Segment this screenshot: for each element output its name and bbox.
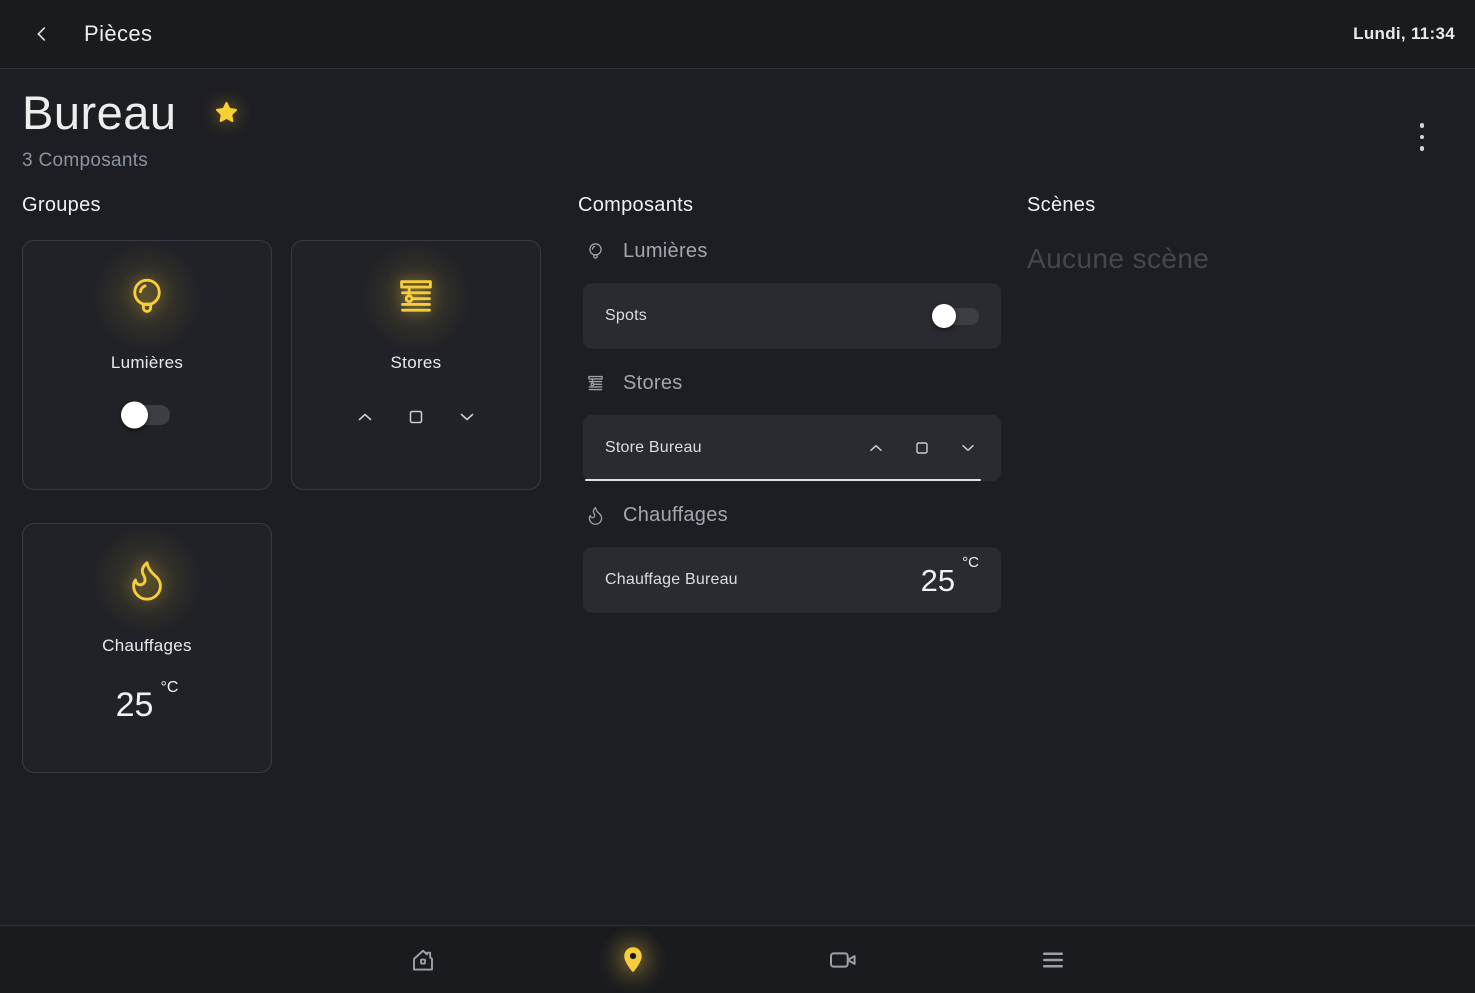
main-content: Bureau 3 Composants Groupes xyxy=(0,69,1475,925)
shutter-down-button[interactable] xyxy=(455,405,479,429)
group-card-stores[interactable]: Stores xyxy=(291,240,541,490)
component-row-chauffage-bureau[interactable]: Chauffage Bureau 25 °C xyxy=(583,547,1001,613)
lightbulb-icon xyxy=(119,269,175,325)
datetime-label: Lundi, 11:34 xyxy=(1353,24,1455,44)
section-stores: Stores xyxy=(584,372,1027,395)
components-column: Composants Lumières Spots xyxy=(578,194,1027,773)
shutter-stop-button[interactable] xyxy=(912,438,932,458)
section-lumieres: Lumières xyxy=(584,240,1027,263)
section-label: Stores xyxy=(623,372,683,395)
shutter-stop-button[interactable] xyxy=(405,406,427,428)
lumieres-group-toggle[interactable] xyxy=(124,405,170,425)
groups-header: Groupes xyxy=(22,194,578,217)
toggle-knob xyxy=(932,304,956,328)
favorite-star-icon[interactable] xyxy=(213,99,240,126)
temperature-value: 25 xyxy=(116,688,154,722)
temperature-value: 25 xyxy=(921,565,955,596)
nav-home[interactable] xyxy=(318,944,528,976)
location-pin-icon xyxy=(618,945,648,975)
component-label: Spots xyxy=(605,307,647,325)
top-bar: Pièces Lundi, 11:34 xyxy=(0,0,1475,69)
row-temperature[interactable]: 25 °C xyxy=(921,565,979,596)
columns: Groupes Lumières xyxy=(22,194,1453,773)
group-card-label: Stores xyxy=(391,353,442,373)
shutter-up-button[interactable] xyxy=(865,437,887,459)
app-root: Pièces Lundi, 11:34 Bureau 3 Composants … xyxy=(0,0,1475,993)
nav-menu[interactable] xyxy=(948,944,1158,976)
component-label: Chauffage Bureau xyxy=(605,571,738,589)
group-temperature[interactable]: 25 °C xyxy=(116,688,179,722)
chevron-left-icon xyxy=(31,23,53,45)
nav-rooms[interactable] xyxy=(528,944,738,976)
component-row-store-bureau[interactable]: Store Bureau xyxy=(583,415,1001,481)
nav-cameras[interactable] xyxy=(738,944,948,976)
temperature-unit: °C xyxy=(160,679,178,697)
kebab-menu-icon[interactable] xyxy=(1405,115,1439,159)
blinds-icon xyxy=(584,373,606,395)
group-card-chauffages[interactable]: Chauffages 25 °C xyxy=(22,523,272,773)
flame-icon xyxy=(119,552,175,608)
shutter-up-button[interactable] xyxy=(353,405,377,429)
group-card-lumieres[interactable]: Lumières xyxy=(22,240,272,490)
scenes-column: Scènes Aucune scène xyxy=(1027,194,1453,773)
shutter-controls xyxy=(353,405,479,429)
group-card-label: Lumières xyxy=(111,353,183,373)
component-row-spots[interactable]: Spots xyxy=(583,283,1001,349)
spots-toggle[interactable] xyxy=(935,308,979,325)
back-button[interactable] xyxy=(24,16,60,52)
bottom-nav xyxy=(0,925,1475,993)
page-title: Bureau xyxy=(22,85,177,140)
scenes-empty-text: Aucune scène xyxy=(1027,243,1453,275)
section-chauffages: Chauffages xyxy=(584,504,1027,527)
components-header: Composants xyxy=(578,194,1027,217)
shutter-controls xyxy=(865,437,979,459)
group-card-label: Chauffages xyxy=(102,636,192,656)
section-label: Lumières xyxy=(623,240,708,263)
component-label: Store Bureau xyxy=(605,439,702,457)
temperature-unit: °C xyxy=(962,554,979,571)
groups-column: Groupes Lumières xyxy=(22,194,578,773)
page-header: Bureau 3 Composants xyxy=(22,85,1453,172)
group-cards: Lumières xyxy=(22,240,578,773)
home-icon xyxy=(408,945,438,975)
section-label: Chauffages xyxy=(623,504,728,527)
lightbulb-icon xyxy=(584,241,606,263)
blinds-icon xyxy=(388,269,444,325)
shutter-down-button[interactable] xyxy=(957,437,979,459)
blind-position-indicator xyxy=(585,479,981,481)
camera-icon xyxy=(827,944,859,976)
screen-title: Pièces xyxy=(84,21,152,47)
scenes-header: Scènes xyxy=(1027,194,1453,217)
menu-icon xyxy=(1038,945,1068,975)
page-subtitle: 3 Composants xyxy=(22,150,1453,172)
flame-icon xyxy=(584,505,606,527)
toggle-knob xyxy=(121,402,148,429)
